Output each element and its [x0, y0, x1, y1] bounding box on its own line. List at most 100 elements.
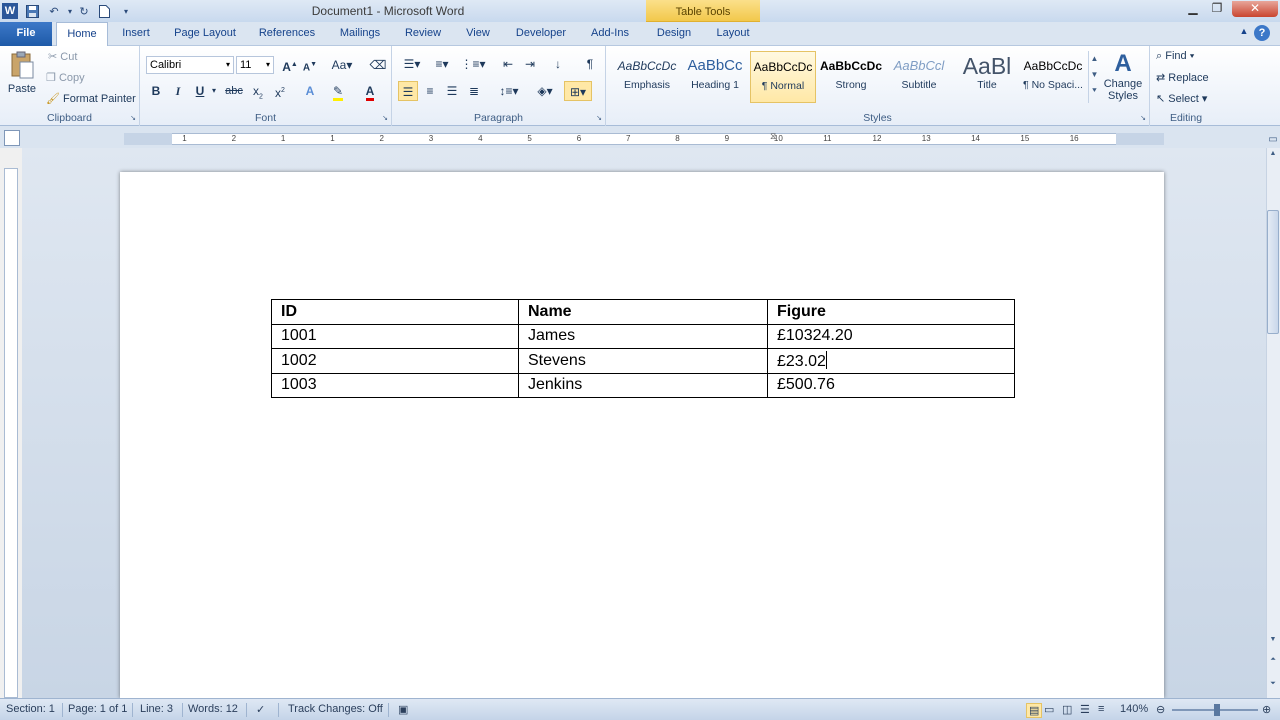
shrink-font-icon[interactable]: A▼	[300, 55, 320, 75]
macro-recording-icon[interactable]: ▣	[398, 703, 408, 716]
status-track-changes[interactable]: Track Changes: Off	[288, 703, 383, 715]
find-button[interactable]: ⌕ Find ▾	[1156, 50, 1194, 63]
previous-page-icon[interactable]: ⏶	[1267, 656, 1279, 668]
tab-selector-icon[interactable]	[4, 130, 20, 146]
cut-button[interactable]: ✂ Cut	[48, 50, 77, 63]
print-layout-view-icon[interactable]: ▤	[1026, 703, 1043, 718]
style-normal[interactable]: AaBbCcDc ¶ Normal	[750, 51, 816, 103]
tab-add-ins[interactable]: Add-Ins	[582, 22, 638, 46]
tab-mailings[interactable]: Mailings	[330, 22, 390, 46]
change-styles-button[interactable]: A Change Styles	[1102, 50, 1144, 110]
tab-view[interactable]: View	[456, 22, 500, 46]
tab-layout[interactable]: Layout	[706, 22, 760, 46]
proofing-icon[interactable]: ✓	[256, 703, 265, 716]
table-header-cell[interactable]: ID	[271, 299, 519, 325]
bullets-icon[interactable]: ☰▾	[400, 54, 424, 74]
font-color-icon[interactable]: A	[360, 81, 380, 101]
tab-review[interactable]: Review	[396, 22, 450, 46]
outline-view-icon[interactable]: ☰	[1080, 703, 1090, 716]
zoom-in-icon[interactable]: ⊕	[1262, 703, 1271, 716]
tab-developer[interactable]: Developer	[506, 22, 576, 46]
table-header-cell[interactable]: Name	[518, 299, 768, 325]
multilevel-list-icon[interactable]: ⋮≡▾	[460, 54, 486, 74]
dialog-launcher-icon[interactable]: ↘	[596, 114, 602, 122]
horizontal-ruler[interactable]: 31211234567891011121314151617	[124, 133, 1164, 145]
minimize-icon[interactable]: ▁	[1182, 1, 1204, 17]
web-layout-view-icon[interactable]: ◫	[1062, 703, 1072, 716]
dialog-launcher-icon[interactable]: ↘	[382, 114, 388, 122]
tab-insert[interactable]: Insert	[112, 22, 160, 46]
styles-gallery-scroll[interactable]: ▲ ▼ ⯆	[1088, 51, 1100, 103]
style-strong[interactable]: AaBbCcDc Strong	[818, 51, 884, 103]
highlight-icon[interactable]: ✎	[328, 81, 348, 101]
table-header-cell[interactable]: Figure	[767, 299, 1015, 325]
indent-marker-icon[interactable]: ⧖	[770, 131, 776, 142]
table-cell[interactable]: Stevens	[518, 348, 768, 374]
show-formatting-icon[interactable]: ¶	[580, 54, 600, 74]
table-cell[interactable]: £500.76	[767, 372, 1015, 398]
sort-icon[interactable]: ↓	[548, 54, 568, 74]
view-ruler-icon[interactable]: ▭	[1266, 134, 1280, 148]
zoom-slider-thumb[interactable]	[1214, 704, 1220, 716]
table-cell[interactable]: James	[518, 323, 768, 349]
style-subtitle[interactable]: AaBbCcl Subtitle	[886, 51, 952, 103]
dialog-launcher-icon[interactable]: ↘	[130, 114, 136, 122]
draft-view-icon[interactable]: ≡	[1098, 703, 1104, 715]
table-cell[interactable]: Jenkins	[518, 372, 768, 398]
select-button[interactable]: ↖ Select ▾	[1156, 92, 1207, 105]
align-center-icon[interactable]: ≡	[420, 81, 440, 101]
italic-icon[interactable]: I	[168, 81, 188, 101]
vertical-ruler[interactable]	[4, 168, 18, 698]
shading-icon[interactable]: ◈▾	[532, 81, 558, 101]
copy-button[interactable]: ❐ Copy	[46, 71, 85, 84]
scroll-up-icon[interactable]: ▲	[1267, 150, 1279, 162]
style-heading-1[interactable]: AaBbCc Heading 1	[682, 51, 748, 103]
numbering-icon[interactable]: ≡▾	[430, 54, 454, 74]
status-words[interactable]: Words: 12	[188, 703, 238, 715]
replace-button[interactable]: ⇄ Replace	[1156, 71, 1209, 84]
tab-file[interactable]: File	[0, 22, 52, 46]
style-emphasis[interactable]: AaBbCcDc Emphasis	[614, 51, 680, 103]
status-line[interactable]: Line: 3	[140, 703, 173, 715]
status-section[interactable]: Section: 1	[6, 703, 55, 715]
collapse-ribbon-icon[interactable]: ▲	[1236, 26, 1252, 42]
text-effects-icon[interactable]: A	[300, 81, 320, 101]
subscript-icon[interactable]: x2	[248, 81, 268, 101]
change-case-icon[interactable]: Aa▾	[328, 55, 356, 75]
dialog-launcher-icon[interactable]: ↘	[1140, 114, 1146, 122]
tab-home[interactable]: Home	[56, 22, 108, 47]
table-cell[interactable]: 1002	[271, 348, 519, 374]
table-cell[interactable]: £10324.20	[767, 323, 1015, 349]
document-page[interactable]	[120, 172, 1164, 698]
increase-indent-icon[interactable]: ⇥	[520, 54, 540, 74]
bold-icon[interactable]: B	[146, 81, 166, 101]
superscript-icon[interactable]: x2	[270, 81, 290, 101]
zoom-level[interactable]: 140%	[1120, 703, 1148, 715]
next-page-icon[interactable]: ⏷	[1267, 680, 1279, 692]
style-no-spacing[interactable]: AaBbCcDc ¶ No Spaci...	[1020, 51, 1086, 103]
font-size-combo[interactable]: 11 ▾	[236, 56, 274, 74]
tab-page-layout[interactable]: Page Layout	[166, 22, 244, 46]
line-spacing-icon[interactable]: ↕≡▾	[496, 81, 522, 101]
format-painter-button[interactable]: 🖌 Format Painter	[46, 92, 136, 105]
decrease-indent-icon[interactable]: ⇤	[498, 54, 518, 74]
strikethrough-icon[interactable]: abc	[222, 81, 246, 101]
table-cell-active[interactable]: £23.02	[767, 348, 1015, 374]
paste-button[interactable]: Paste	[4, 50, 40, 104]
document-table[interactable]: ID Name Figure 1001 James £10324.20 1002…	[271, 299, 1015, 398]
full-screen-view-icon[interactable]: ▭	[1044, 703, 1054, 716]
close-window-icon[interactable]: ✕	[1232, 1, 1278, 17]
borders-icon[interactable]: ⊞▾	[564, 81, 592, 101]
font-name-combo[interactable]: Calibri ▾	[146, 56, 234, 74]
scroll-down-icon[interactable]: ▼	[1267, 636, 1279, 648]
style-title[interactable]: AaBl Title	[954, 51, 1020, 103]
tab-references[interactable]: References	[250, 22, 324, 46]
clear-formatting-icon[interactable]: ⌫	[368, 55, 388, 75]
help-icon[interactable]: ?	[1254, 25, 1270, 41]
table-cell[interactable]: 1001	[271, 323, 519, 349]
zoom-out-icon[interactable]: ⊖	[1156, 703, 1165, 716]
status-page[interactable]: Page: 1 of 1	[68, 703, 127, 715]
table-cell[interactable]: 1003	[271, 372, 519, 398]
align-left-icon[interactable]: ☰	[398, 81, 418, 101]
justify-icon[interactable]: ≣	[464, 81, 484, 101]
